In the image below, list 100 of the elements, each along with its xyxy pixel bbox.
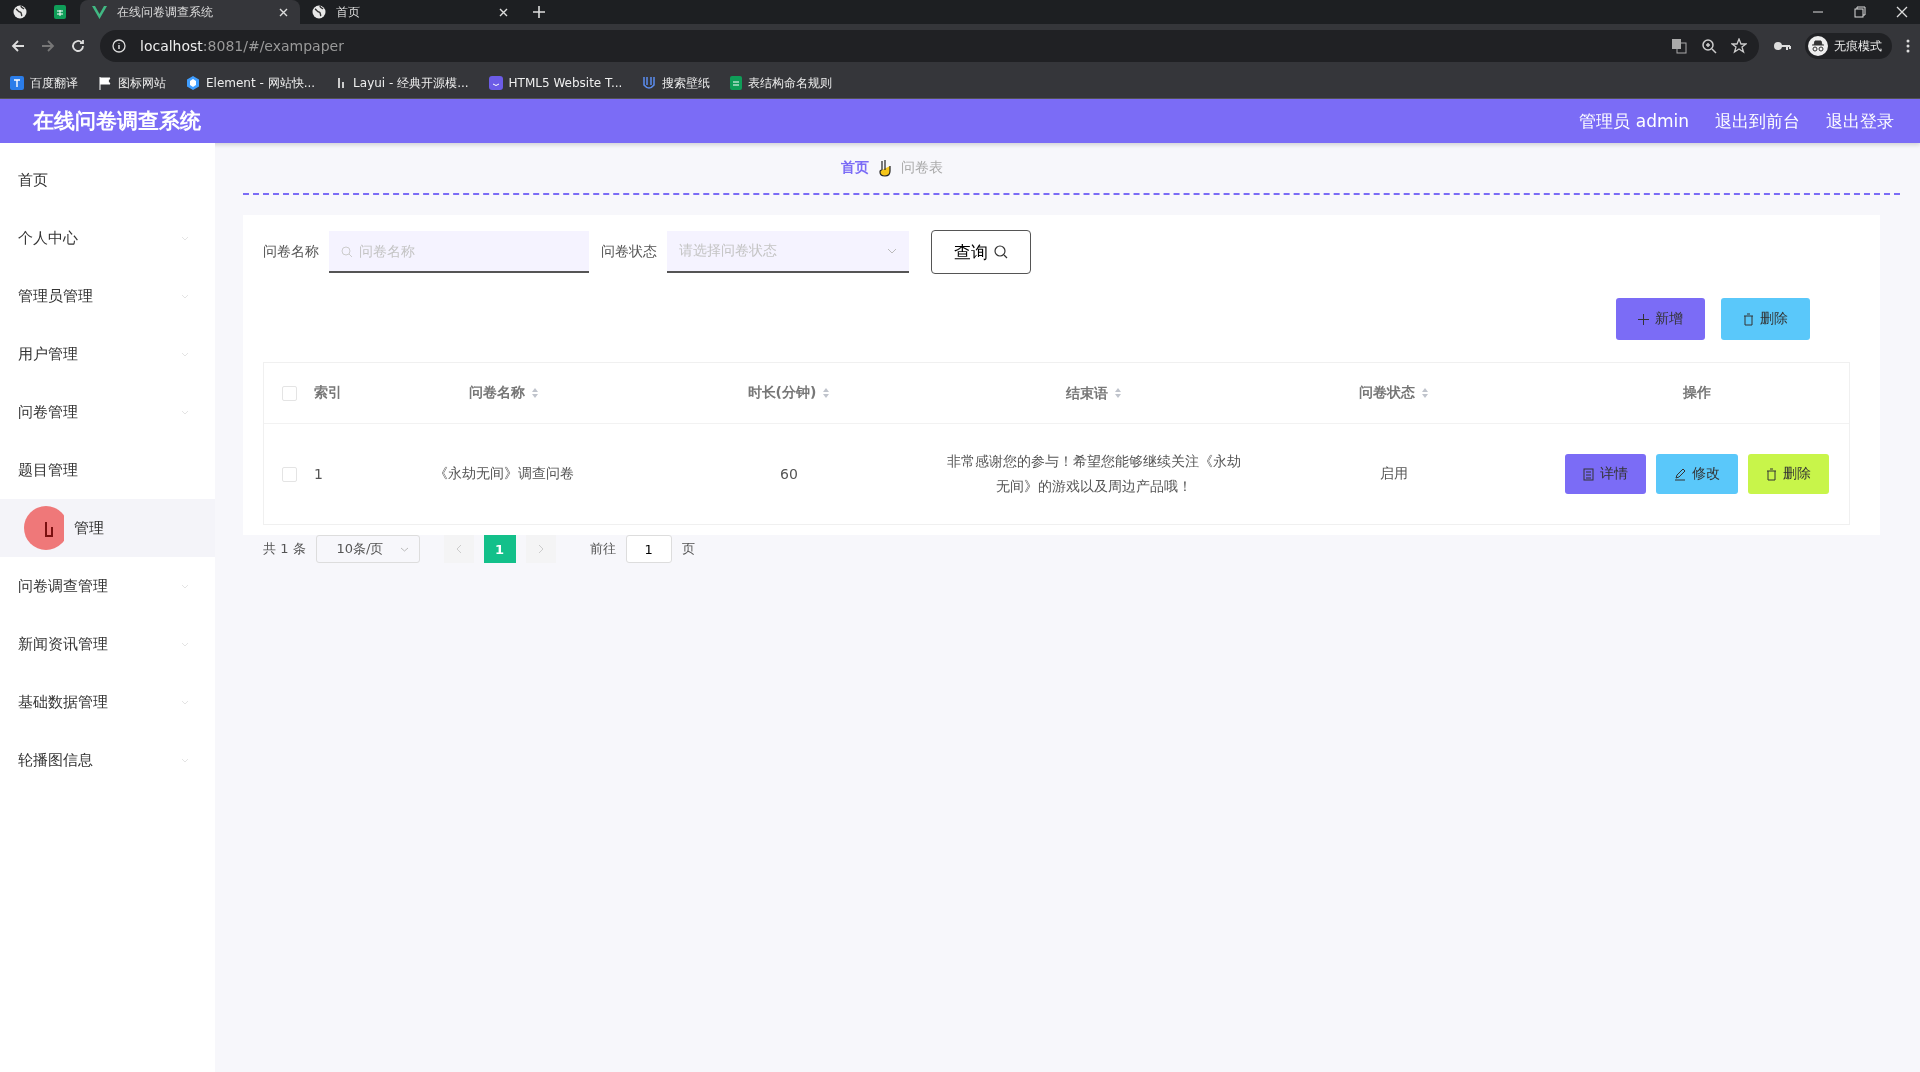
sidebar-item[interactable]: 问卷调查管理 xyxy=(0,557,215,615)
breadcrumb-item: 问卷表 xyxy=(900,159,943,177)
chevron-icon xyxy=(181,699,189,705)
table-cell: 1 xyxy=(314,466,323,482)
hexagon-icon xyxy=(186,76,200,90)
close-tab-icon[interactable] xyxy=(499,7,508,17)
delete-button[interactable]: 删除 xyxy=(1747,454,1829,494)
chevron-icon xyxy=(181,293,189,299)
translate-icon[interactable] xyxy=(1671,38,1687,54)
chevron-right-icon xyxy=(537,544,544,554)
sidebar-item[interactable]: 个人中心 xyxy=(0,209,215,267)
sidebar-item[interactable]: 新闻资讯管理 xyxy=(0,615,215,673)
total-count: 共 1 条 xyxy=(263,540,306,558)
bookmark[interactable]: 百度翻译 xyxy=(10,74,78,92)
translate-icon xyxy=(10,76,24,90)
search-field[interactable]: 问卷名称 xyxy=(329,231,589,273)
sidebar-item[interactable]: 管理员管理 xyxy=(0,267,215,325)
star-icon[interactable] xyxy=(1731,38,1747,54)
more-icon[interactable] xyxy=(1906,39,1910,53)
bookmark[interactable]: 表结构命名规则 xyxy=(730,74,833,92)
field-label: 问卷状态 xyxy=(601,243,657,261)
globe-icon xyxy=(312,5,326,19)
sidebar-item[interactable]: 问卷管理 xyxy=(0,383,215,441)
table-cell: 《永劫无间》调查问卷 xyxy=(434,465,574,483)
bookmark[interactable]: Layui - 经典开源模... xyxy=(335,74,469,92)
browser-tab[interactable]: 在线问卷调查系统 xyxy=(80,0,300,24)
chevron-icon xyxy=(181,409,189,415)
chevron-icon xyxy=(181,235,189,241)
hand-icon xyxy=(878,159,891,177)
restore-icon[interactable] xyxy=(1854,6,1866,18)
breadcrumb-link[interactable]: 首页 xyxy=(840,159,869,177)
wallpaper-icon xyxy=(642,76,657,90)
sidebar-item[interactable]: 用户管理 xyxy=(0,325,215,383)
delete-button[interactable]: 删除 xyxy=(1721,298,1810,340)
bookmark[interactable]: 图标网站 xyxy=(98,74,166,92)
spreadsheet-icon xyxy=(730,76,743,90)
header-link[interactable]: 退出到前台 xyxy=(1715,109,1800,133)
flag-icon xyxy=(98,76,112,90)
field-label: 问卷名称 xyxy=(263,243,319,261)
column-header[interactable]: 结束语 xyxy=(1066,380,1108,406)
bookmark[interactable]: HTML5 Website T... xyxy=(488,76,623,90)
chevron-left-icon xyxy=(455,544,462,554)
globe-icon xyxy=(13,5,27,19)
spreadsheet-icon xyxy=(54,5,66,19)
address-bar[interactable]: localhost:8081/#/exampaper xyxy=(100,30,1759,62)
plus-icon xyxy=(1638,313,1649,325)
chevron-icon xyxy=(887,248,897,254)
checkbox[interactable] xyxy=(281,466,297,482)
document-icon xyxy=(1582,467,1594,481)
checkbox[interactable] xyxy=(281,385,297,401)
column-header: 索引 xyxy=(314,384,342,402)
bookmark[interactable]: 搜索壁纸 xyxy=(642,74,711,92)
trash-icon xyxy=(1743,312,1754,326)
new-tab-icon[interactable] xyxy=(532,5,546,19)
sidebar-item[interactable]: 轮播图信息 xyxy=(0,731,215,789)
reload-icon[interactable] xyxy=(70,38,86,54)
browser-tab[interactable]: 首页 xyxy=(300,0,520,24)
goto-page-field[interactable]: 1 xyxy=(625,535,672,563)
page-size-select[interactable]: 10条/页 xyxy=(315,535,420,563)
close-icon[interactable] xyxy=(1896,6,1908,18)
page-suffix: 页 xyxy=(681,540,695,558)
column-header[interactable]: 时长(分钟) xyxy=(747,384,817,402)
sidebar-item[interactable]: 基础数据管理 xyxy=(0,673,215,731)
search-icon xyxy=(341,246,353,258)
search-icon xyxy=(994,245,1008,259)
back-icon[interactable] xyxy=(10,38,26,54)
app-title: 在线问卷调查系统 xyxy=(33,108,201,135)
zoom-icon[interactable] xyxy=(1701,38,1717,54)
tab-title: 在线问卷调查系统 xyxy=(117,3,214,21)
pencil-icon xyxy=(1673,467,1686,481)
sidebar-item[interactable]: 题目管理 xyxy=(0,441,215,499)
v-logo-icon xyxy=(92,5,107,19)
header-link[interactable]: 退出登录 xyxy=(1826,109,1894,133)
column-header[interactable]: 问卷名称 xyxy=(469,384,525,402)
edit-button[interactable]: 修改 xyxy=(1655,454,1738,494)
header-link[interactable]: 管理员 admin xyxy=(1579,109,1689,133)
chevron-icon xyxy=(181,583,189,589)
incognito-profile[interactable]: 无痕模式 xyxy=(1805,33,1892,59)
forward-icon[interactable] xyxy=(40,38,56,54)
chevron-icon xyxy=(181,641,189,647)
chevron-icon xyxy=(399,546,409,552)
goto-label: 前往 xyxy=(589,540,616,558)
table-cell-text: 非常感谢您的参与！希望您能够继续关注《永劫无间》的游戏以及周边产品哦！ xyxy=(946,452,1242,496)
table-cell: 启用 xyxy=(1380,465,1408,483)
chevron-icon xyxy=(181,757,189,763)
column-header[interactable]: 问卷状态 xyxy=(1359,384,1415,402)
column-header: 操作 xyxy=(1682,384,1711,402)
url-text: localhost:8081/#/exampaper xyxy=(140,38,344,54)
key-icon[interactable] xyxy=(1773,40,1791,52)
tab-title: 首页 xyxy=(336,3,361,21)
trash-icon xyxy=(1765,467,1777,481)
close-tab-icon[interactable] xyxy=(279,7,288,17)
info-icon xyxy=(112,39,126,53)
query-button[interactable]: 查询 xyxy=(931,230,1031,274)
incognito-icon xyxy=(1808,36,1828,56)
table-cell: 60 xyxy=(780,466,798,482)
sidebar-item[interactable]: 管理 xyxy=(0,499,215,557)
sidebar-item[interactable]: 首页 xyxy=(0,151,215,209)
bookmark[interactable]: Element - 网站快... xyxy=(186,74,316,92)
chevron-icon xyxy=(181,351,189,357)
